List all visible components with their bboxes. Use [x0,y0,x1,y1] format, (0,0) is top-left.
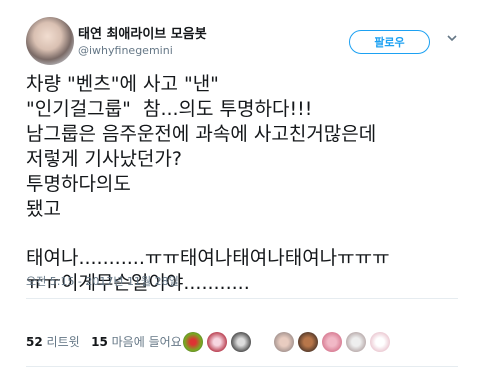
tweet-stats: 52 리트윗 15 마음에 들어요 [26,333,182,350]
liker-avatar[interactable] [370,332,390,352]
tweet-text: 차량 "벤츠"에 사고 "낸" "인기걸그룹" 참...의도 투명하다!!! 남… [26,72,476,296]
liker-avatar[interactable] [207,332,227,352]
tweet-line: 태여나...........ㅠㅠ태여나태여나태여나ㅠㅠㅠ [26,247,390,269]
tweet-line: 투명하다의도 [26,173,131,195]
author-display-name[interactable]: 태연 최애라이브 모음봇 [78,23,207,42]
liker-avatar[interactable] [298,332,318,352]
liker-avatars-group-2 [274,332,390,352]
tweet-line: 저렇게 기사났던가? [26,148,182,170]
divider [26,298,458,299]
retweet-count[interactable]: 52 [26,335,43,349]
liker-avatar[interactable] [183,332,203,352]
liker-avatar[interactable] [274,332,294,352]
like-label[interactable]: 마음에 들어요 [112,335,182,349]
tweet-line: 남그룹은 음주운전에 과속에 사고친거많은데 [26,123,377,145]
tweet-timestamp[interactable]: 오전 5:15 - 2017년 11월 28일 [26,273,179,289]
tweet-line: 차량 "벤츠"에 사고 "낸" [26,73,219,95]
follow-button[interactable]: 팔로우 [349,30,430,54]
tweet-line: 됐고 [26,198,61,220]
author-avatar[interactable] [26,17,74,65]
divider [26,366,458,367]
like-count[interactable]: 15 [91,335,108,349]
chevron-down-icon[interactable] [446,32,458,44]
author-handle[interactable]: @iwhyfinegemini [78,44,173,57]
liker-avatars-group-1 [183,332,251,352]
liker-avatar[interactable] [231,332,251,352]
liker-avatar[interactable] [346,332,366,352]
tweet-line: "인기걸그룹" 참...의도 투명하다!!! [26,98,313,120]
retweet-label[interactable]: 리트윗 [47,335,80,349]
liker-avatar[interactable] [322,332,342,352]
